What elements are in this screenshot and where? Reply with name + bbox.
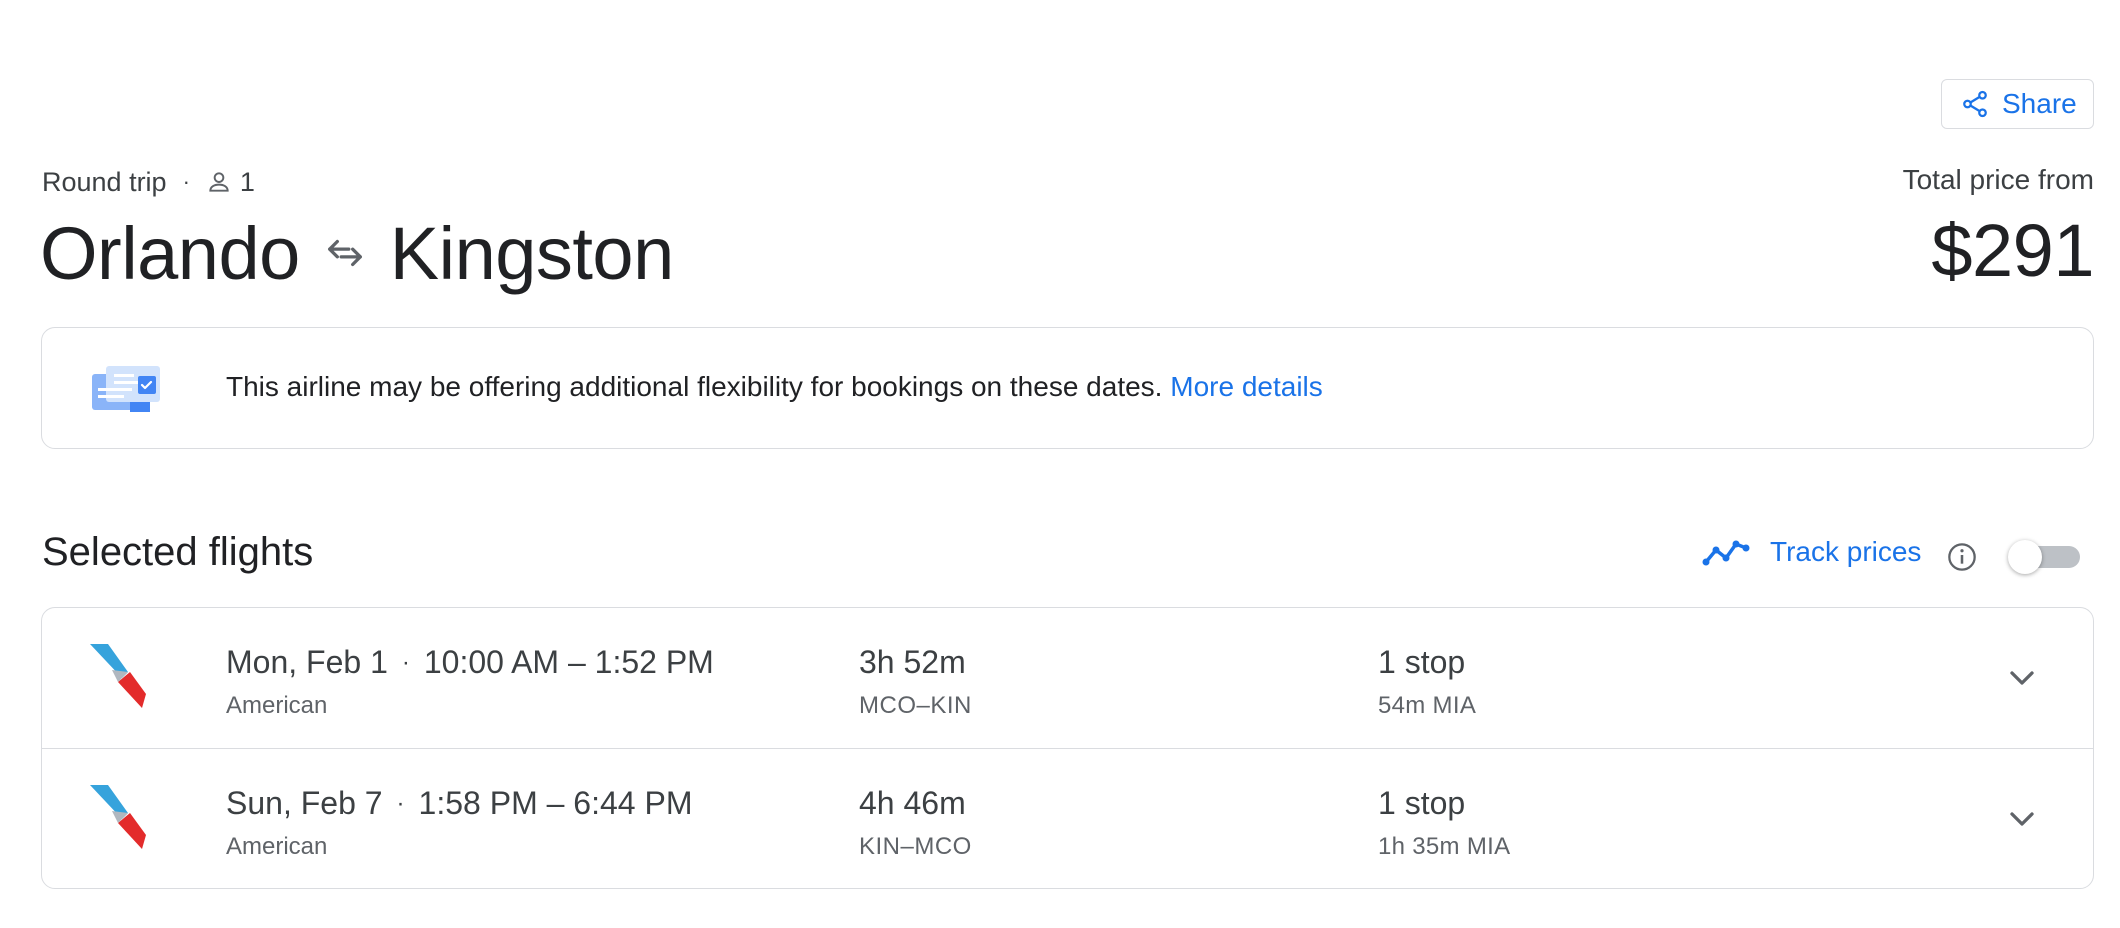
track-prices-toggle[interactable]: [2008, 540, 2084, 574]
flexibility-banner: This airline may be offering additional …: [41, 327, 2094, 449]
origin-city: Orlando: [40, 211, 300, 295]
more-details-link[interactable]: More details: [1170, 371, 1323, 402]
share-icon: [1963, 90, 1987, 118]
flight-row-return[interactable]: Sun, Feb 7 · 1:58 PM – 6:44 PM American …: [42, 749, 2093, 888]
flight-stops: 1 stop: [1378, 785, 1466, 821]
flight-layover: 54m MIA: [1378, 692, 1477, 719]
banner-text-container: This airline may be offering additional …: [226, 371, 1323, 403]
flight-date: Mon, Feb 1: [226, 644, 388, 680]
flight-separator: ·: [401, 648, 410, 676]
share-button[interactable]: Share: [1941, 79, 2094, 129]
passenger-count[interactable]: 1: [240, 167, 255, 198]
toggle-knob: [2008, 540, 2042, 574]
flight-time-range: 10:00 AM – 1:52 PM: [423, 644, 714, 680]
track-prices-button[interactable]: Track prices: [1702, 536, 1921, 568]
destination-city: Kingston: [389, 211, 674, 295]
flight-route: KIN–MCO: [859, 833, 972, 860]
american-airlines-logo-icon: [90, 785, 146, 849]
trip-meta-separator: ·: [182, 169, 190, 194]
route-title: Orlando Kingston: [40, 205, 674, 301]
chevron-down-icon[interactable]: [2002, 799, 2042, 839]
flight-layover: 1h 35m MIA: [1378, 833, 1511, 860]
ticket-check-icon: [92, 366, 160, 412]
trip-type[interactable]: Round trip: [42, 167, 167, 198]
banner-text: This airline may be offering additional …: [226, 371, 1163, 402]
airline-name: American: [226, 833, 328, 860]
flight-times: Mon, Feb 1 · 10:00 AM – 1:52 PM: [226, 644, 714, 681]
total-price-label: Total price from: [1902, 164, 2094, 195]
flight-stops: 1 stop: [1378, 644, 1466, 680]
flight-duration: 4h 46m: [859, 785, 966, 821]
flight-times: Sun, Feb 7 · 1:58 PM – 6:44 PM: [226, 785, 692, 822]
american-airlines-logo-icon: [90, 644, 146, 708]
chevron-down-icon[interactable]: [2002, 658, 2042, 698]
trend-line-icon: [1702, 540, 1750, 566]
track-prices-label: Track prices: [1770, 536, 1922, 567]
flight-route: MCO–KIN: [859, 692, 972, 719]
info-icon[interactable]: [1946, 541, 1978, 573]
selected-flights-title: Selected flights: [42, 530, 314, 574]
share-label: Share: [2002, 88, 2077, 119]
swap-arrows-icon: [327, 239, 362, 267]
flight-date: Sun, Feb 7: [226, 785, 383, 821]
total-price: $291: [1931, 209, 2094, 292]
flight-row-outbound[interactable]: Mon, Feb 1 · 10:00 AM – 1:52 PM American…: [42, 608, 2093, 749]
selected-flights-list: Mon, Feb 1 · 10:00 AM – 1:52 PM American…: [41, 607, 2094, 889]
airline-name: American: [226, 692, 328, 719]
flight-duration: 3h 52m: [859, 644, 966, 680]
trip-meta: Round trip · 1: [42, 164, 255, 200]
flight-time-range: 1:58 PM – 6:44 PM: [418, 785, 693, 821]
person-icon: [209, 172, 229, 192]
flight-separator: ·: [396, 789, 405, 817]
